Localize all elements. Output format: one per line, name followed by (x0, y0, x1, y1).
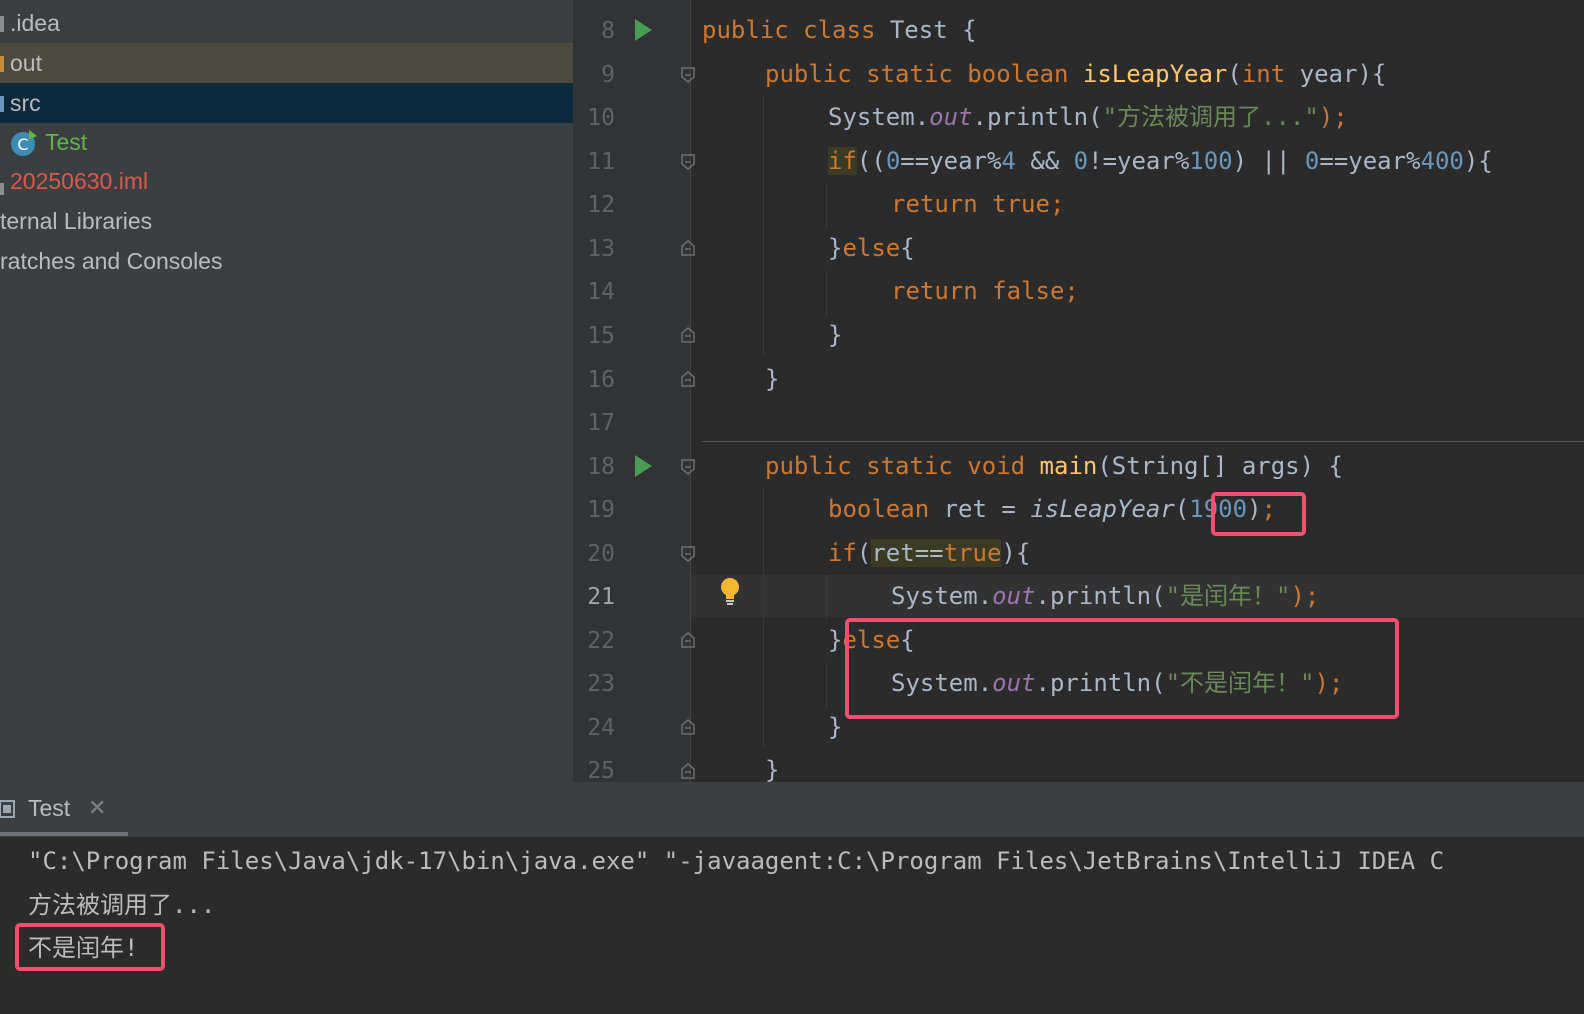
file-icon (0, 183, 4, 195)
console-output[interactable]: "C:\Program Files\Java\jdk-17\bin\java.e… (0, 837, 1584, 1014)
code-line-16: } (765, 365, 780, 393)
code-line-15: } (828, 321, 843, 349)
java-class-icon: C (11, 130, 37, 156)
line-number: 19 (587, 497, 615, 523)
fold-end-icon[interactable] (681, 719, 695, 735)
intention-bulb-icon[interactable] (719, 577, 741, 607)
code-line-11: if((0==year%4 && 0!=year%100) || 0==year… (828, 147, 1493, 175)
project-panel: .idea out src C Test 20250630.iml ternal… (0, 0, 573, 782)
line-number: 17 (587, 410, 615, 436)
tree-item-external-libraries[interactable]: ternal Libraries (0, 201, 573, 241)
fold-icon[interactable] (681, 154, 695, 170)
svg-text:C: C (17, 135, 28, 154)
indent-guide (826, 270, 827, 315)
annotation-box-else-branch (845, 618, 1399, 719)
indent-guide (826, 575, 827, 620)
tree-item-label: out (10, 50, 42, 76)
annotation-box-output (15, 923, 165, 971)
fold-end-icon[interactable] (681, 632, 695, 648)
line-number: 14 (587, 279, 615, 305)
indent-guide (826, 183, 827, 228)
folder-icon (0, 96, 4, 112)
active-tab-indicator (0, 832, 128, 836)
indent-guide (826, 662, 827, 707)
indent-guide (763, 488, 764, 748)
code-line-12: return true; (891, 190, 1065, 218)
folder-icon (0, 16, 4, 32)
fold-end-icon[interactable] (681, 327, 695, 343)
line-number: 10 (587, 105, 615, 131)
console-icon (0, 800, 15, 818)
run-toolbar (0, 782, 1584, 837)
line-number: 22 (587, 628, 615, 654)
tree-item-idea[interactable]: .idea (0, 3, 573, 43)
line-number: 11 (587, 149, 615, 175)
tree-item-label: 20250630.iml (10, 168, 149, 194)
tree-item-label: Test (45, 129, 88, 155)
fold-end-icon[interactable] (681, 371, 695, 387)
line-number: 23 (587, 671, 615, 697)
tree-item-label: ratches and Consoles (0, 248, 223, 274)
gutter-border (690, 0, 691, 782)
run-main-icon[interactable] (635, 455, 652, 477)
line-number: 13 (587, 236, 615, 262)
code-line-13: }else{ (828, 234, 915, 262)
line-number: 18 (587, 454, 615, 480)
code-line-19: boolean ret = isLeapYear(1900); (828, 495, 1276, 523)
code-line-24: } (828, 713, 843, 741)
console-line: "C:\Program Files\Java\jdk-17\bin\java.e… (28, 847, 1445, 875)
tree-item-label: .idea (10, 10, 60, 36)
fold-icon[interactable] (681, 67, 695, 83)
code-line-20: if(ret==true){ (828, 539, 1031, 567)
fold-icon[interactable] (681, 459, 695, 475)
code-line-18: public static void main(String[] args) { (765, 452, 1343, 480)
tree-item-scratches[interactable]: ratches and Consoles (0, 241, 573, 281)
tree-item-label: src (10, 90, 41, 116)
line-number: 15 (587, 323, 615, 349)
run-tab-label: Test (28, 795, 71, 821)
tree-item-test[interactable]: C Test (0, 122, 573, 162)
tree-item-out[interactable]: out (0, 43, 573, 83)
tree-item-label: ternal Libraries (0, 208, 153, 234)
line-number: 20 (587, 541, 615, 567)
line-number: 16 (587, 367, 615, 393)
fold-icon[interactable] (681, 546, 695, 562)
code-line-14: return false; (891, 277, 1079, 305)
code-line-25: } (765, 756, 780, 782)
console-line: 方法被调用了... (28, 891, 216, 919)
tree-item-src[interactable]: src (0, 83, 573, 123)
method-separator (702, 441, 1584, 442)
tree-item-iml[interactable]: 20250630.iml (0, 161, 573, 201)
code-editor[interactable]: 8 9 10 11 12 13 14 15 16 17 18 19 20 21 … (573, 0, 1584, 782)
run-class-icon[interactable] (635, 19, 652, 41)
annotation-box-argument (1211, 492, 1306, 536)
close-icon[interactable]: ✕ (88, 796, 106, 821)
indent-guide (763, 96, 764, 356)
line-number: 9 (601, 62, 615, 88)
fold-end-icon[interactable] (681, 240, 695, 256)
code-line-9: public static boolean isLeapYear(int yea… (765, 60, 1387, 88)
code-line-10: System.out.println("方法被调用了..."); (828, 103, 1348, 131)
line-number-active: 21 (587, 584, 615, 610)
folder-icon (0, 56, 4, 72)
line-number: 25 (587, 758, 615, 782)
line-number: 12 (587, 192, 615, 218)
line-number: 8 (601, 18, 615, 44)
code-line-8: public class Test { (702, 16, 977, 44)
code-line-21: System.out.println("是闰年！"); (891, 582, 1320, 610)
fold-end-icon[interactable] (681, 763, 695, 779)
line-number: 24 (587, 715, 615, 741)
